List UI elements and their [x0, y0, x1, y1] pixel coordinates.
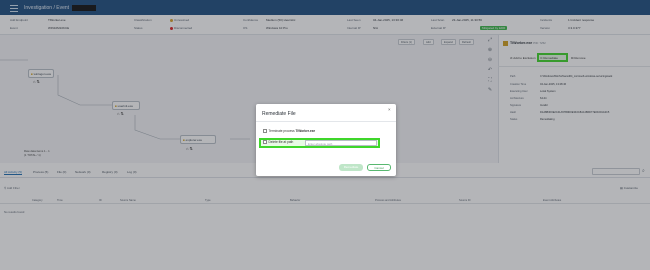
- terminate-process-option[interactable]: Terminate process TiWorker.exe: [263, 129, 315, 133]
- close-icon[interactable]: ×: [388, 107, 391, 112]
- dialog-divider: [256, 121, 396, 122]
- delete-file-option[interactable]: Delete file at path: [263, 140, 293, 144]
- cancel-button[interactable]: Cancel: [367, 164, 391, 171]
- file-path-input[interactable]: Enter absolute path: [305, 140, 377, 146]
- checkbox[interactable]: [263, 129, 267, 133]
- checkbox[interactable]: [263, 140, 267, 144]
- dialog-title: Remediate File: [262, 111, 296, 117]
- remediate-submit-button[interactable]: Remediate: [339, 164, 363, 171]
